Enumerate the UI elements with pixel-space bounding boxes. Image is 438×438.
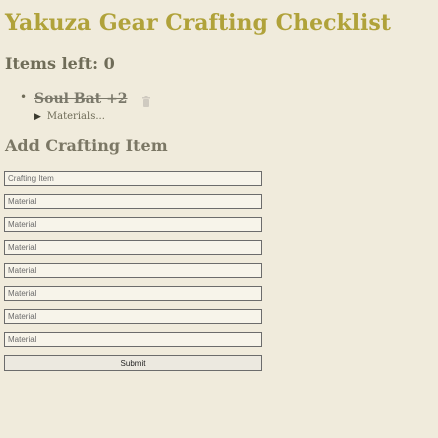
submit-button[interactable]: Submit	[4, 355, 262, 371]
material-input-3[interactable]	[4, 240, 262, 255]
material-input-6[interactable]	[4, 309, 262, 324]
crafting-item-input[interactable]	[4, 171, 262, 186]
material-input-1[interactable]	[4, 194, 262, 209]
add-item-form: Submit	[4, 171, 262, 371]
item-name[interactable]: Soul Bat +2	[34, 91, 128, 107]
bullet-icon: •	[20, 90, 28, 104]
material-input-7[interactable]	[4, 332, 262, 347]
material-input-4[interactable]	[4, 263, 262, 278]
materials-toggle[interactable]: ▶ Materials...	[34, 111, 151, 122]
materials-label: Materials...	[46, 111, 105, 122]
material-input-2[interactable]	[4, 217, 262, 232]
add-item-title: Add Crafting Item	[5, 136, 168, 155]
material-input-5[interactable]	[4, 286, 262, 301]
item-list: • Soul Bat +2 ▶ Materials...	[20, 88, 151, 122]
list-item: • Soul Bat +2 ▶ Materials...	[20, 88, 151, 122]
trash-icon[interactable]	[141, 93, 151, 107]
caret-right-icon: ▶	[34, 111, 41, 122]
page-title: Yakuza Gear Crafting Checklist	[5, 10, 391, 36]
items-left-count: Items left: 0	[5, 54, 115, 73]
